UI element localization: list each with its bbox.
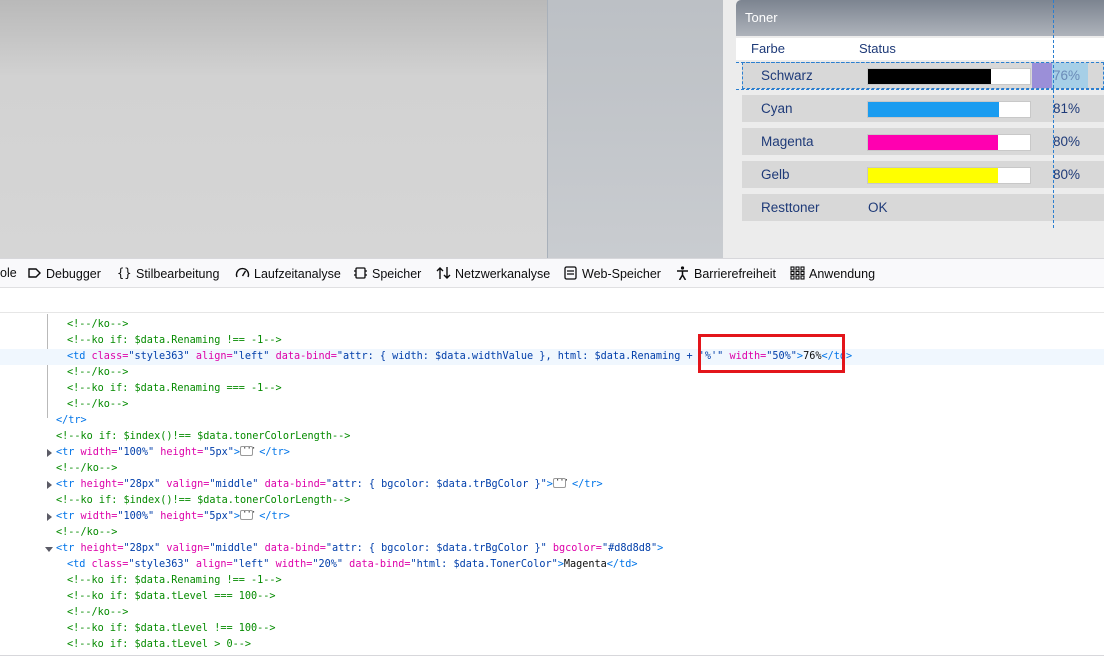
markup-line[interactable]: <!--ko if: $data.tLevel === 100--> — [0, 589, 1104, 605]
panel-bottom-border — [0, 655, 1104, 656]
markup-divider — [0, 312, 1104, 313]
column-header-status: Status — [859, 41, 896, 56]
toner-level-fill — [868, 168, 998, 183]
markup-line[interactable]: <!--ko if: $index()!== $data.tonerColorL… — [0, 429, 1104, 445]
markup-line[interactable]: <tr height="28px" valign="middle" data-b… — [0, 473, 1104, 493]
tab-memory[interactable]: Speicher — [353, 266, 421, 284]
markup-line[interactable]: <!--ko if: $data.Renaming !== -1--> — [0, 573, 1104, 589]
toner-row-magenta[interactable]: Magenta 80% — [742, 128, 1104, 155]
markup-view[interactable]: <!--/ko--> <!--ko if: $data.Renaming !==… — [0, 288, 1104, 657]
debugger-icon — [27, 266, 42, 280]
memory-icon — [353, 266, 368, 280]
markup-line[interactable]: </tr> — [0, 413, 1104, 429]
page-background-left — [0, 0, 547, 258]
style-editor-icon: {} — [117, 266, 132, 280]
application-icon — [790, 266, 805, 280]
column-header-color: Farbe — [751, 41, 785, 56]
markup-line[interactable]: <td class="style363" align="left" width=… — [0, 557, 1104, 573]
collapse-twisty-icon[interactable] — [45, 547, 53, 552]
markup-line[interactable]: <!--/ko--> — [0, 605, 1104, 621]
toner-panel-header: Toner — [736, 0, 1104, 36]
toner-table-header: Farbe Status — [736, 38, 1104, 60]
markup-line[interactable]: <!--ko if: $data.Renaming !== -1--> — [0, 333, 1104, 349]
inspected-cell-padding — [1032, 63, 1052, 88]
collapsed-ellipsis-icon[interactable] — [552, 473, 568, 489]
markup-line[interactable]: <!--ko if: $data.tLevel !== 100--> — [0, 621, 1104, 637]
toner-level-bar — [867, 68, 1031, 85]
devtools-toolbar: ole Debugger {} Stilbearbeitung Laufzeita… — [0, 258, 1104, 288]
toner-row-cyan[interactable]: Cyan 81% — [742, 95, 1104, 122]
markup-line[interactable]: <tr height="28px" valign="middle" data-b… — [0, 541, 1104, 557]
accessibility-icon — [675, 266, 690, 280]
toner-row-black[interactable]: Schwarz 76% — [742, 62, 1104, 89]
toner-title: Toner — [745, 10, 778, 25]
toner-row-label: Schwarz — [761, 68, 813, 83]
toner-level-bar — [867, 134, 1031, 151]
svg-text:{}: {} — [117, 266, 131, 280]
toner-panel: Toner Farbe Status Schwarz 76% Cyan 81% … — [736, 0, 1104, 228]
markup-line[interactable]: <!--/ko--> — [0, 397, 1104, 413]
tab-network[interactable]: Netzwerkanalyse — [436, 266, 550, 284]
tab-performance[interactable]: Laufzeitanalyse — [235, 266, 341, 284]
toner-level-fill — [868, 135, 998, 150]
toner-percent: 80% — [1053, 167, 1081, 182]
inspector-guide-bottom — [736, 89, 1104, 90]
markup-line[interactable]: <!--/ko--> — [0, 365, 1104, 381]
tab-debugger[interactable]: Debugger — [27, 266, 101, 284]
markup-line[interactable]: <tr width="100%" height="5px"> </tr> — [0, 441, 1104, 461]
page-background-middle — [547, 0, 724, 258]
toner-row-label: Gelb — [761, 167, 790, 182]
toner-level-fill — [868, 102, 1000, 117]
annotation-highlight-box — [698, 334, 845, 373]
expand-twisty-icon[interactable] — [47, 449, 52, 457]
markup-line[interactable]: <!--ko if: $data.tLevel > 0--> — [0, 637, 1104, 653]
markup-line[interactable]: <!--ko if: $index()!== $data.tonerColorL… — [0, 493, 1104, 509]
inspector-guide-top — [736, 62, 1104, 63]
collapsed-ellipsis-icon[interactable] — [240, 505, 255, 521]
toner-percent: 76% — [1053, 68, 1081, 83]
tab-console[interactable]: ole — [0, 266, 17, 284]
markup-line[interactable]: <!--/ko--> — [0, 461, 1104, 477]
performance-icon — [235, 266, 250, 280]
expand-twisty-icon[interactable] — [47, 481, 52, 489]
toner-row-label: Cyan — [761, 101, 793, 116]
toner-row-yellow[interactable]: Gelb 80% — [742, 161, 1104, 188]
inspector-guide-vertical — [1053, 0, 1054, 228]
toner-level-fill — [868, 69, 992, 84]
toner-row-residual[interactable]: Resttoner OK — [742, 194, 1104, 221]
tab-style-editor[interactable]: {} Stilbearbeitung — [117, 266, 219, 284]
network-icon — [436, 266, 451, 280]
markup-line[interactable]: <!--/ko--> — [0, 317, 1104, 333]
tab-application[interactable]: Anwendung — [790, 266, 875, 284]
collapsed-ellipsis-icon[interactable] — [240, 441, 255, 457]
toner-row-label: Resttoner — [761, 200, 820, 215]
markup-line[interactable]: <tr width="100%" height="5px"> </tr> — [0, 505, 1104, 525]
residual-status: OK — [868, 200, 888, 215]
toner-level-bar — [867, 167, 1031, 184]
markup-line-selected[interactable]: <td class="style363" align="left" data-b… — [0, 349, 1104, 365]
markup-line[interactable]: <!--/ko--> — [0, 525, 1104, 541]
toner-level-bar — [867, 101, 1031, 118]
toner-row-label: Magenta — [761, 134, 814, 149]
storage-icon — [563, 266, 578, 280]
markup-line[interactable]: <!--ko if: $data.Renaming === -1--> — [0, 381, 1104, 397]
toner-percent: 80% — [1053, 134, 1081, 149]
toner-percent: 81% — [1053, 101, 1081, 116]
tab-storage[interactable]: Web-Speicher — [563, 266, 661, 284]
expand-twisty-icon[interactable] — [47, 513, 52, 521]
tab-accessibility[interactable]: Barrierefreiheit — [675, 266, 776, 284]
